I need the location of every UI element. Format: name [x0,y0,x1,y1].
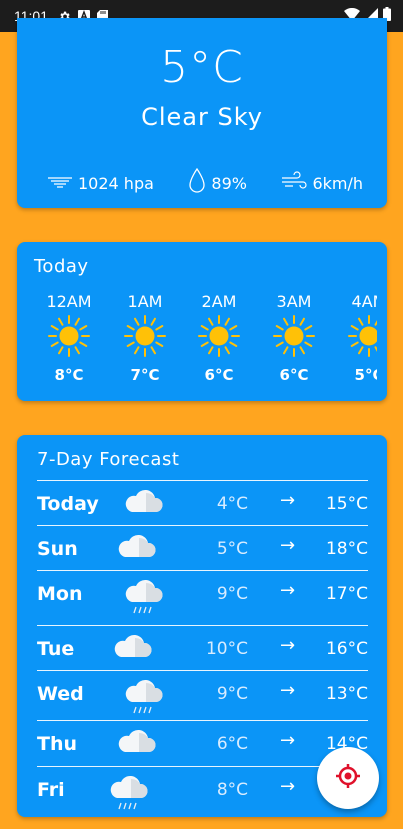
arrow-right-icon: → [280,490,296,511]
humidity-metric: 89% [188,167,247,198]
rain-icon [122,576,166,620]
forecast-row: Wed 9°C → 13°C [37,670,368,721]
rain-icon [122,676,166,720]
cloud-icon [115,531,159,569]
forecast-day: Thu [37,733,78,755]
hour-label: 12AM [46,292,92,311]
hour-temp: 7°C [130,366,160,384]
forecast-row: Today 4°C → 15°C [37,480,368,526]
arrow-right-icon: → [280,680,296,701]
hour-label: 3AM [276,292,312,311]
rain-icon [107,772,151,816]
humidity-value: 89% [211,173,247,193]
forecast-day: Mon [37,583,83,605]
forecast-low: 6°C [216,734,248,754]
hourly-list[interactable]: 12AM 8°C 1AM 7°C 2AM 6°C 3AM 6°C 4AM 5°C [39,292,377,392]
forecast-high: 18°C [325,539,368,559]
arrow-right-icon: → [280,635,296,656]
forecast-high: 15°C [325,494,368,514]
locate-button[interactable] [317,747,379,809]
arrow-right-icon: → [280,580,296,601]
arrow-right-icon: → [280,535,296,556]
cloud-icon [111,631,155,669]
current-temperature: 5°C [160,42,244,93]
forecast-low: 9°C [216,684,248,704]
pressure-metric: 1024 hpa [47,174,154,193]
forecast-low: 10°C [205,639,248,659]
forecast-low: 5°C [216,539,248,559]
hour-item: 3AM 6°C [264,292,324,384]
forecast-day: Wed [37,683,84,705]
sun-icon [115,314,175,358]
cloud-icon [115,726,159,764]
hourly-title: Today [34,256,89,277]
forecast-title: 7-Day Forecast [37,449,180,470]
forecast-high: 17°C [325,584,368,604]
hour-item: 2AM 6°C [189,292,249,384]
forecast-day: Tue [37,638,75,660]
forecast-low: 8°C [216,780,248,800]
crosshair-icon [335,763,361,793]
wind-value: 6km/h [312,173,363,193]
arrow-right-icon: → [280,776,296,797]
hour-temp: 5°C [354,366,377,384]
wind-icon [281,171,307,195]
forecast-row: Sun 5°C → 18°C [37,525,368,571]
current-weather-card: 5°C Clear Sky 1024 hpa 89% 6km/h [17,18,387,208]
hour-label: 4AM [351,292,377,311]
weather-metrics: 1024 hpa 89% 6km/h [47,167,363,198]
water-drop-icon [188,167,206,198]
sun-icon [39,314,99,358]
forecast-day: Today [37,493,99,515]
weather-condition: Clear Sky [141,103,263,131]
sun-icon [189,314,249,358]
hour-item: 1AM 7°C [115,292,175,384]
forecast-low: 9°C [216,584,248,604]
hour-label: 2AM [201,292,237,311]
forecast-row: Tue 10°C → 16°C [37,625,368,671]
wind-metric: 6km/h [281,171,363,195]
hour-temp: 6°C [204,366,234,384]
forecast-day: Fri [37,779,65,801]
forecast-row: Mon 9°C → 17°C [37,570,368,626]
sun-icon [339,314,377,358]
forecast-low: 4°C [216,494,248,514]
hourly-forecast-card: Today 12AM 8°C 1AM 7°C 2AM 6°C 3AM 6°C 4… [17,242,387,401]
hour-label: 1AM [127,292,163,311]
forecast-row: Thu 6°C → 14°C [37,720,368,766]
hour-item: 12AM 8°C [39,292,99,384]
hour-temp: 6°C [279,366,309,384]
forecast-day: Sun [37,538,78,560]
sun-icon [264,314,324,358]
cloud-icon [122,486,166,524]
forecast-high: 13°C [325,684,368,704]
arrow-right-icon: → [280,730,296,751]
pressure-value: 1024 hpa [78,173,154,193]
forecast-high: 16°C [325,639,368,659]
pressure-icon [47,174,73,193]
hour-item: 4AM 5°C [339,292,377,384]
hour-temp: 8°C [54,366,84,384]
